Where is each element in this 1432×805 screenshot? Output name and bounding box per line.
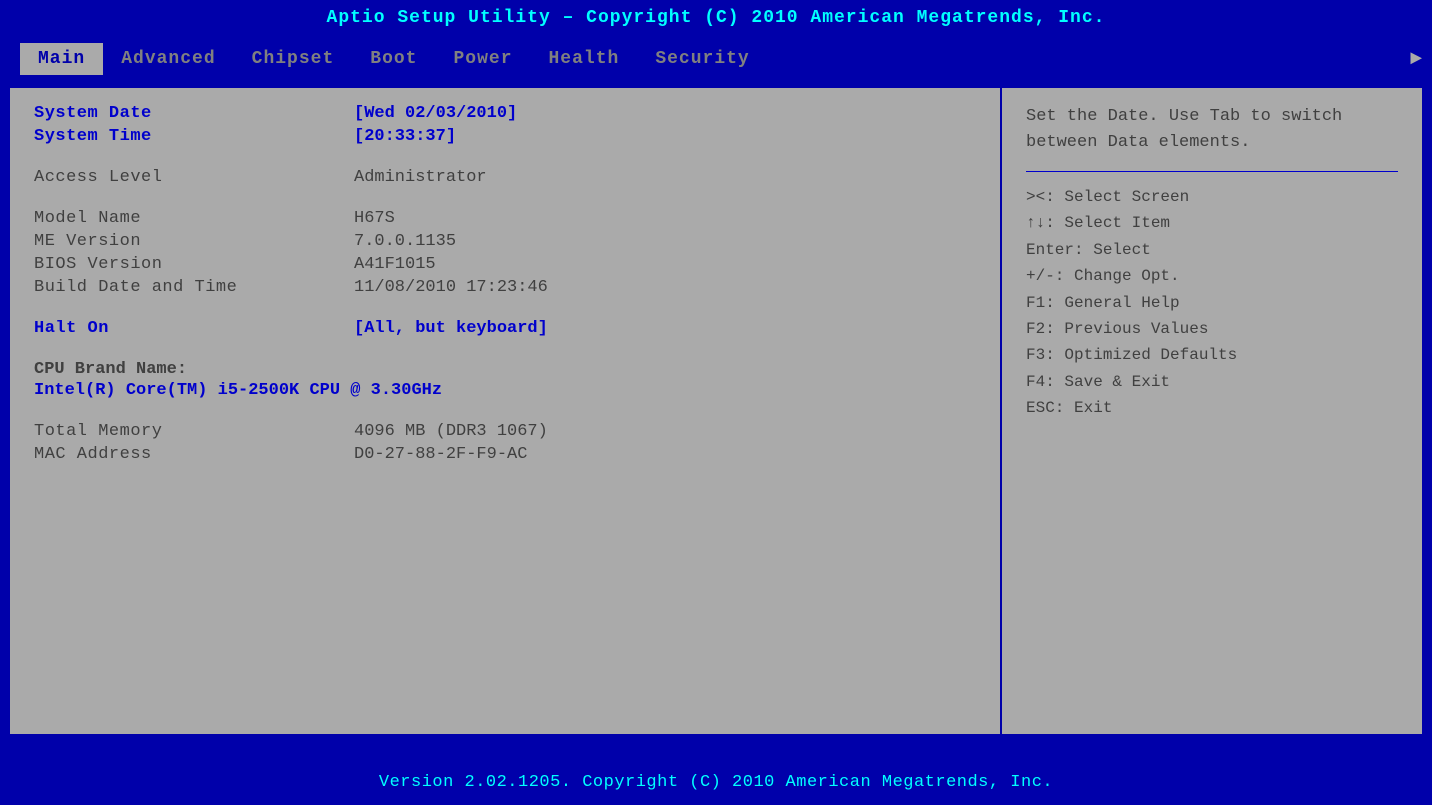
key-previous-values: F2: Previous Values xyxy=(1026,316,1398,342)
cpu-brand-name-label: CPU Brand Name: xyxy=(34,360,976,379)
build-date-label: Build Date and Time xyxy=(34,278,354,297)
main-content: System Date [Wed 02/03/2010] System Time… xyxy=(8,86,1424,736)
access-level-label: Access Level xyxy=(34,168,354,187)
key-save-exit: F4: Save & Exit xyxy=(1026,369,1398,395)
mac-address-value: D0-27-88-2F-F9-AC xyxy=(354,445,527,464)
footer: Version 2.02.1205. Copyright (C) 2010 Am… xyxy=(0,759,1432,805)
system-date-label: System Date xyxy=(34,104,354,123)
total-memory-value: 4096 MB (DDR3 1067) xyxy=(354,422,548,441)
me-version-row: ME Version 7.0.0.1135 xyxy=(34,232,976,251)
total-memory-row: Total Memory 4096 MB (DDR3 1067) xyxy=(34,422,976,441)
key-esc-exit: ESC: Exit xyxy=(1026,395,1398,421)
bios-version-value: A41F1015 xyxy=(354,255,436,274)
bios-version-row: BIOS Version A41F1015 xyxy=(34,255,976,274)
tab-boot[interactable]: Boot xyxy=(352,43,435,75)
me-version-value: 7.0.0.1135 xyxy=(354,232,456,251)
key-change-opt: +/-: Change Opt. xyxy=(1026,263,1398,289)
system-date-row: System Date [Wed 02/03/2010] xyxy=(34,104,976,123)
mac-address-row: MAC Address D0-27-88-2F-F9-AC xyxy=(34,445,976,464)
key-select-item: ↑↓: Select Item xyxy=(1026,210,1398,236)
model-name-label: Model Name xyxy=(34,209,354,228)
me-version-label: ME Version xyxy=(34,232,354,251)
halt-on-value[interactable]: [All, but keyboard] xyxy=(354,319,548,338)
build-date-row: Build Date and Time 11/08/2010 17:23:46 xyxy=(34,278,976,297)
title-text: Aptio Setup Utility – Copyright (C) 2010… xyxy=(327,8,1106,28)
title-bar: Aptio Setup Utility – Copyright (C) 2010… xyxy=(0,0,1432,36)
build-date-value: 11/08/2010 17:23:46 xyxy=(354,278,548,297)
model-name-row: Model Name H67S xyxy=(34,209,976,228)
right-panel: Set the Date. Use Tab to switch between … xyxy=(1002,88,1422,734)
tab-security[interactable]: Security xyxy=(637,43,767,75)
tab-health[interactable]: Health xyxy=(531,43,638,75)
system-date-value[interactable]: [Wed 02/03/2010] xyxy=(354,104,517,123)
system-time-row: System Time [20:33:37] xyxy=(34,127,976,146)
key-optimized-defaults: F3: Optimized Defaults xyxy=(1026,342,1398,368)
mac-address-label: MAC Address xyxy=(34,445,354,464)
access-level-value: Administrator xyxy=(354,168,487,187)
tab-power[interactable]: Power xyxy=(435,43,530,75)
help-description: Set the Date. Use Tab to switch between … xyxy=(1026,104,1398,155)
nav-arrow: ► xyxy=(1410,48,1422,71)
tab-main[interactable]: Main xyxy=(20,43,103,75)
tab-advanced[interactable]: Advanced xyxy=(103,43,233,75)
system-time-value[interactable]: [20:33:37] xyxy=(354,127,456,146)
access-level-row: Access Level Administrator xyxy=(34,168,976,187)
key-enter: Enter: Select xyxy=(1026,237,1398,263)
footer-text: Version 2.02.1205. Copyright (C) 2010 Am… xyxy=(379,773,1053,792)
model-name-value: H67S xyxy=(354,209,395,228)
total-memory-label: Total Memory xyxy=(34,422,354,441)
key-select-screen: ><: Select Screen xyxy=(1026,184,1398,210)
cpu-brand-name-value: Intel(R) Core(TM) i5-2500K CPU @ 3.30GHz xyxy=(34,381,976,400)
left-panel: System Date [Wed 02/03/2010] System Time… xyxy=(10,88,1002,734)
halt-on-label: Halt On xyxy=(34,319,354,338)
key-general-help: F1: General Help xyxy=(1026,290,1398,316)
halt-on-row: Halt On [All, but keyboard] xyxy=(34,319,976,338)
key-help: ><: Select Screen ↑↓: Select Item Enter:… xyxy=(1026,184,1398,422)
system-time-label: System Time xyxy=(34,127,354,146)
tab-chipset[interactable]: Chipset xyxy=(234,43,353,75)
nav-bar: Main Advanced Chipset Boot Power Health … xyxy=(0,36,1432,82)
bios-version-label: BIOS Version xyxy=(34,255,354,274)
divider xyxy=(1026,171,1398,172)
